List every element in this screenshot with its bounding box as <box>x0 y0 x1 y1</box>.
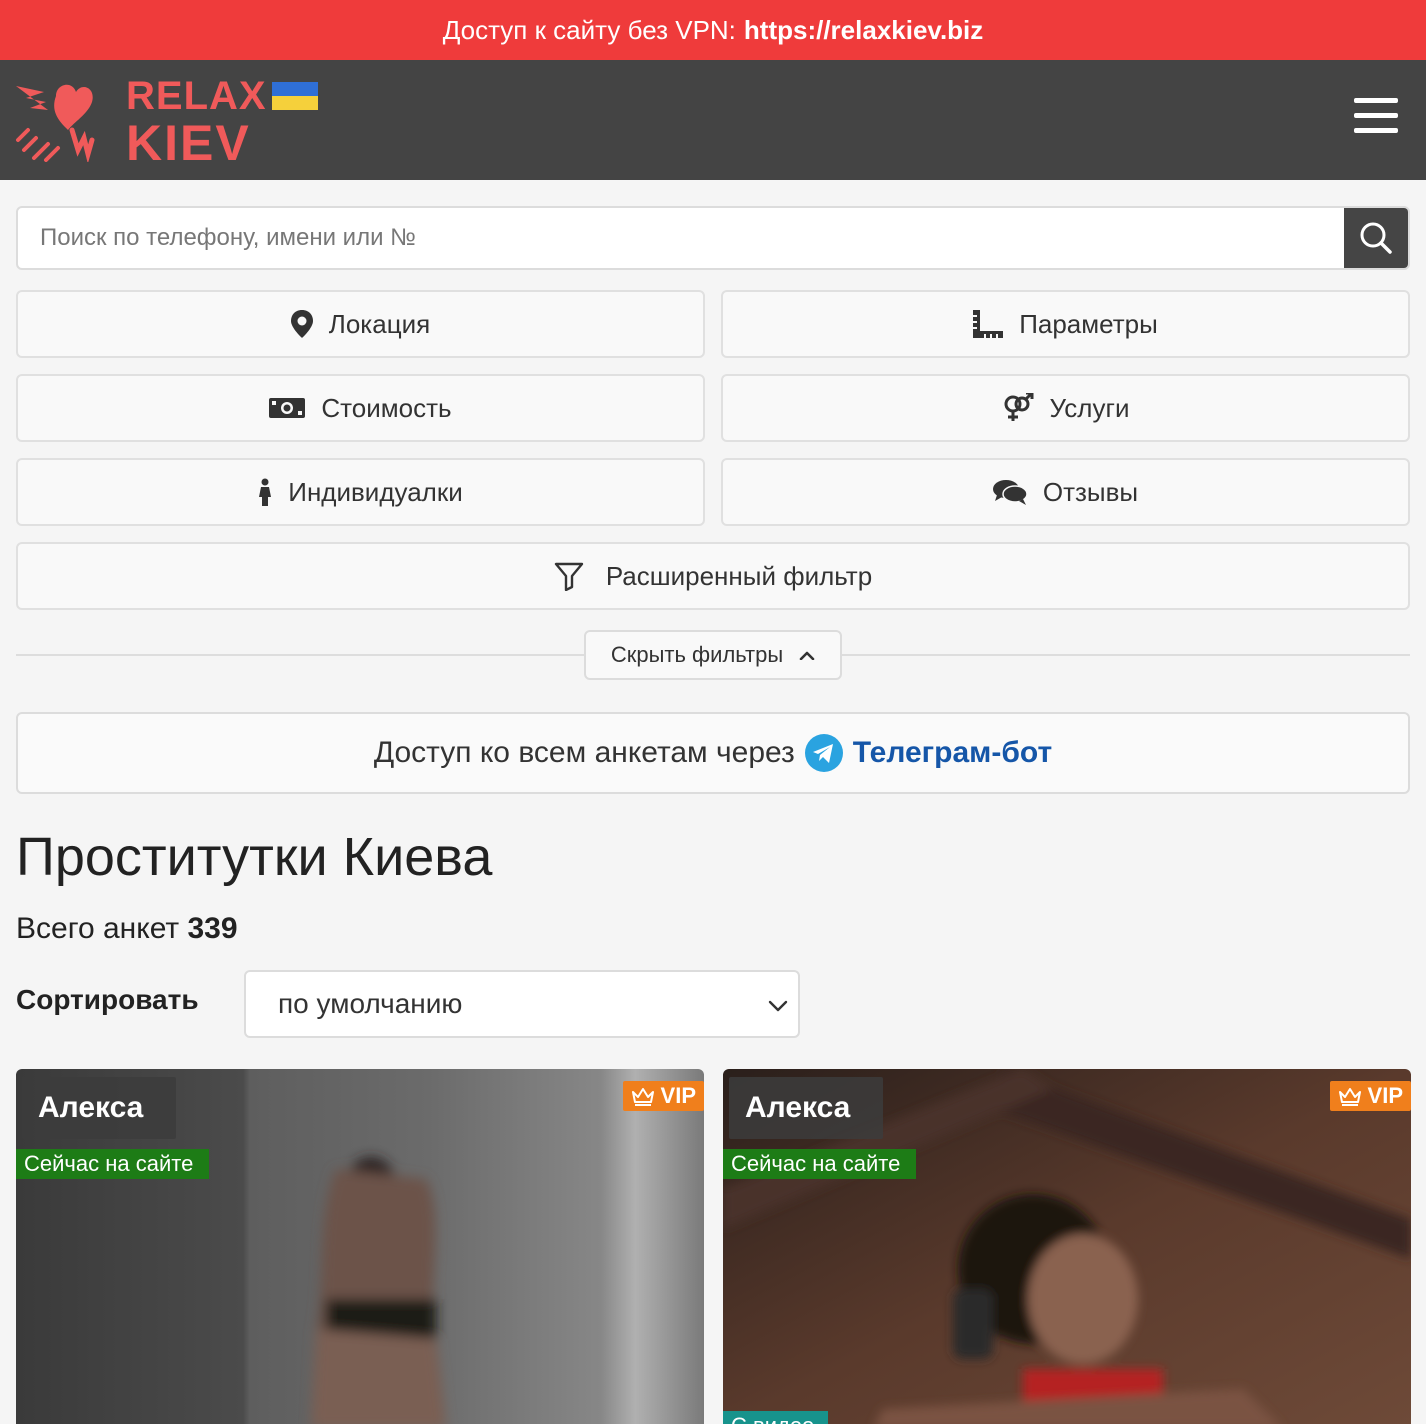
total-count: Всего анкет 339 <box>16 912 238 946</box>
telegram-bot-link[interactable]: Телеграм-бот <box>853 736 1052 770</box>
video-badge: С видео <box>723 1411 829 1424</box>
vip-badge: VIP <box>1329 1081 1411 1111</box>
crown-icon <box>1338 1086 1362 1106</box>
price-filter-label: Стоимость <box>321 392 452 423</box>
total-count-label: Всего анкет <box>16 912 180 945</box>
location-filter-button[interactable]: Локация <box>16 290 705 358</box>
vpn-notice-bar: Доступ к сайту без VPN: https://relaxkie… <box>0 0 1426 60</box>
money-icon <box>269 396 306 420</box>
online-status-badge: Сейчас на сайте <box>723 1149 917 1179</box>
hide-filters-button[interactable]: Скрыть фильтры <box>584 630 842 680</box>
sort-selected-value: по умолчанию <box>278 988 463 1019</box>
sort-select[interactable]: по умолчанию <box>244 970 800 1038</box>
profile-name: Алекса <box>22 1077 176 1139</box>
chevron-down-icon <box>768 1000 788 1012</box>
profile-card[interactable]: Алекса VIP Сейчас на сайте С видео <box>723 1069 1411 1424</box>
hide-filters-label: Скрыть фильтры <box>610 642 784 667</box>
individuals-filter-button[interactable]: Индивидуалки <box>16 458 705 526</box>
search-button[interactable] <box>1344 208 1408 268</box>
logo-line-kiev: KIEV <box>126 115 251 171</box>
profile-card[interactable]: Алекса VIP Сейчас на сайте <box>16 1069 704 1424</box>
telegram-banner-text: Доступ ко всем анкетам через <box>373 736 795 769</box>
crown-icon <box>631 1086 655 1106</box>
ruler-icon <box>973 310 1004 338</box>
online-status-badge: Сейчас на сайте <box>16 1149 210 1179</box>
site-header: RELAX KIEV <box>0 60 1426 180</box>
sort-label: Сортировать <box>16 984 199 1015</box>
location-filter-label: Локация <box>328 308 431 339</box>
params-filter-button[interactable]: Параметры <box>721 290 1410 358</box>
female-icon <box>258 478 272 506</box>
services-filter-button[interactable]: Услуги <box>721 374 1410 442</box>
price-filter-button[interactable]: Стоимость <box>16 374 705 442</box>
vpn-notice-link[interactable]: https://relaxkiev.biz <box>744 15 983 46</box>
logo-line-relax: RELAX <box>126 74 267 118</box>
heart-wings-logo-icon <box>16 84 95 162</box>
advanced-filter-label: Расширенный фильтр <box>605 560 873 591</box>
profile-name: Алекса <box>729 1077 883 1139</box>
total-count-value: 339 <box>187 912 238 945</box>
advanced-filter-button[interactable]: Расширенный фильтр <box>16 542 1410 610</box>
funnel-icon <box>554 561 584 591</box>
logo-text: RELAX KIEV <box>126 76 267 168</box>
vip-badge-label: VIP <box>660 1083 696 1108</box>
page-title: Проститутки Киева <box>16 827 493 887</box>
chevron-up-icon <box>799 651 815 660</box>
gender-icon <box>1002 393 1034 423</box>
search-icon <box>1360 222 1392 254</box>
search-bar <box>16 206 1410 270</box>
search-input[interactable] <box>40 208 1340 268</box>
individuals-filter-label: Индивидуалки <box>288 476 463 507</box>
params-filter-label: Параметры <box>1019 308 1158 339</box>
reviews-filter-button[interactable]: Отзывы <box>721 458 1410 526</box>
vpn-notice-text: Доступ к сайту без VPN: <box>442 14 736 45</box>
vip-badge: VIP <box>622 1081 704 1111</box>
map-pin-icon <box>290 310 313 338</box>
reviews-filter-label: Отзывы <box>1042 476 1139 507</box>
telegram-icon <box>804 734 843 772</box>
vip-badge-label: VIP <box>1367 1083 1403 1108</box>
telegram-banner[interactable]: Доступ ко всем анкетам через Телеграм-бо… <box>16 712 1410 794</box>
ukraine-flag-icon <box>272 82 318 110</box>
hamburger-icon[interactable] <box>1354 98 1398 134</box>
comments-icon <box>992 479 1027 505</box>
services-filter-label: Услуги <box>1049 392 1130 423</box>
